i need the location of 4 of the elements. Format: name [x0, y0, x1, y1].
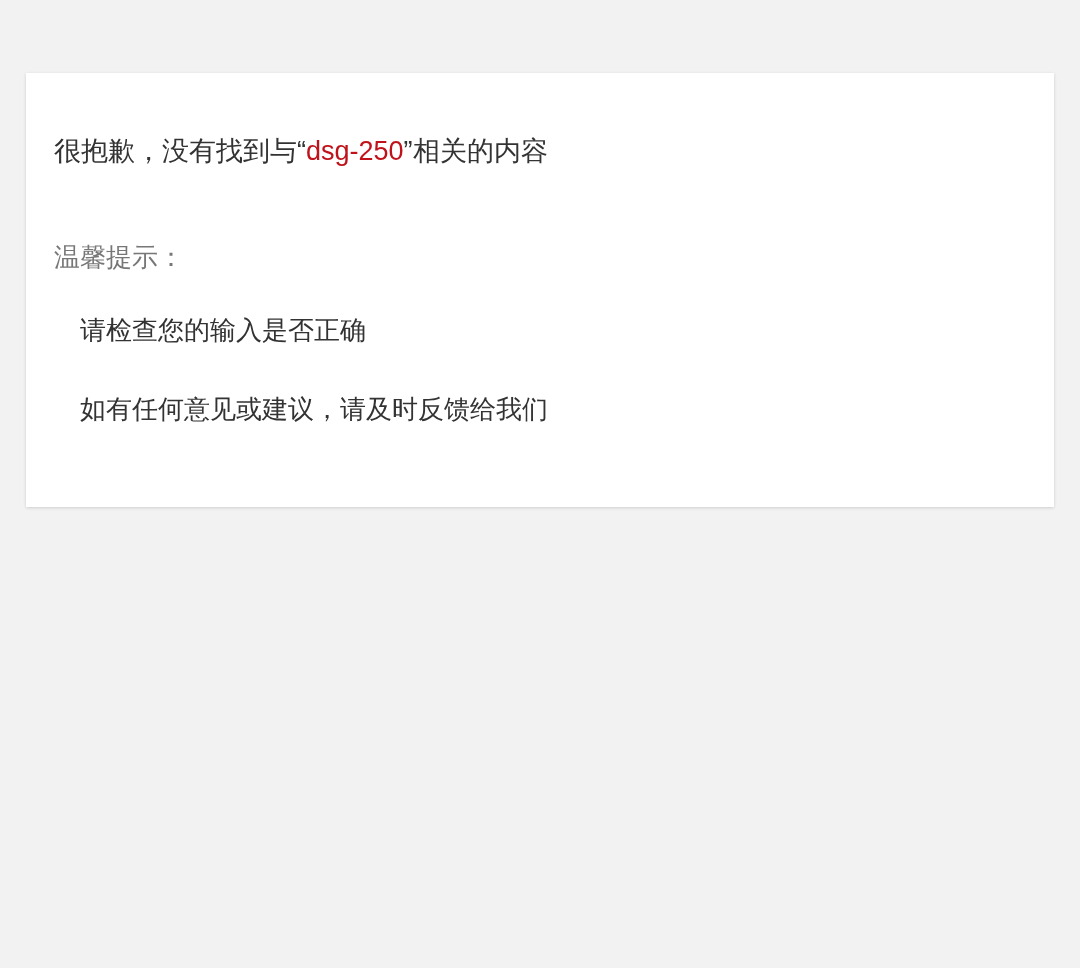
tip-item: 请检查您的输入是否正确	[80, 314, 367, 347]
tip-item: 如有任何意见或建议，请及时反馈给我们	[80, 393, 549, 426]
tips-title: 温馨提示：	[54, 241, 185, 274]
no-results-message: 很抱歉，没有找到与“dsg-250”相关的内容	[54, 135, 549, 168]
